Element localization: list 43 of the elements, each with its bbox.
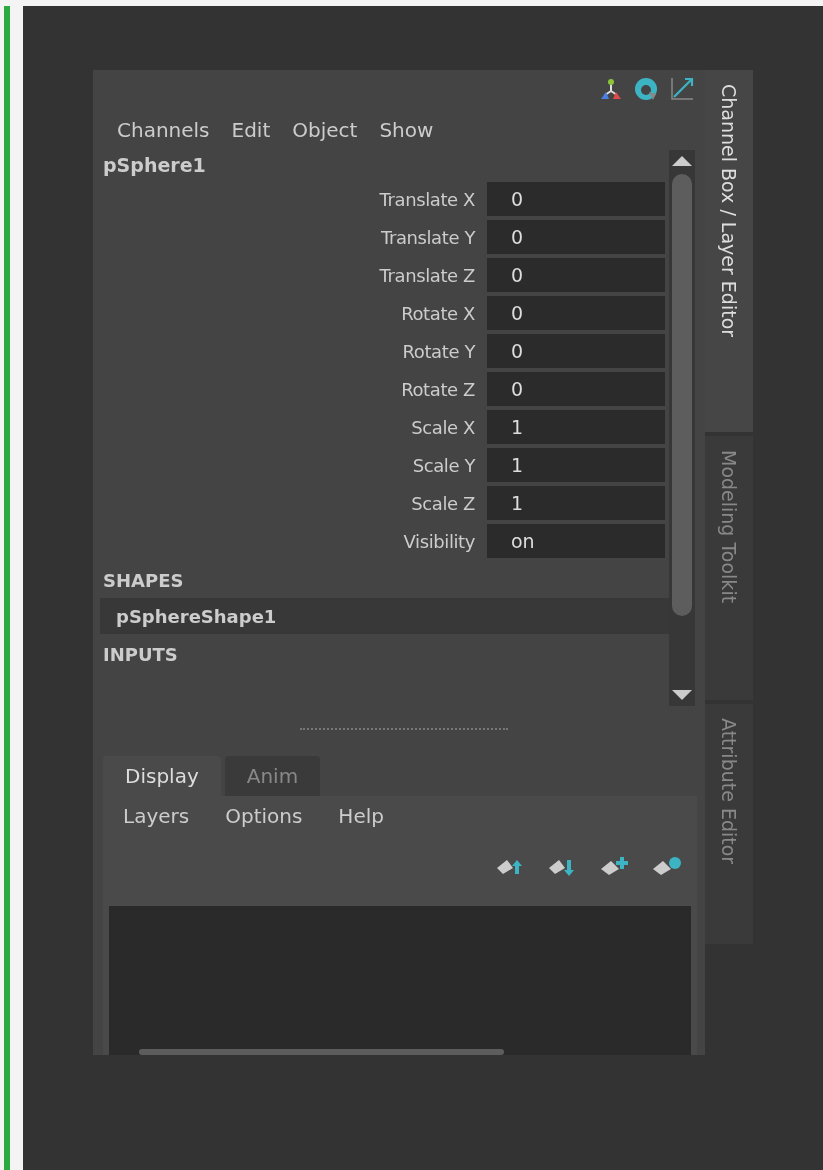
menu-item[interactable]: Layers — [123, 804, 190, 842]
diagonal-arrow-icon[interactable] — [669, 76, 695, 102]
splitter-handle[interactable] — [300, 728, 508, 730]
shape-node[interactable]: pSphereShape1 — [100, 598, 669, 634]
menu-item[interactable]: Object — [292, 118, 358, 144]
layer-add-icon[interactable] — [599, 856, 631, 878]
channel-label[interactable]: Scale Z — [93, 492, 487, 514]
tab[interactable]: Display — [103, 756, 221, 796]
channel-value-field[interactable]: 0 — [487, 220, 665, 254]
channel-value-field[interactable]: 0 — [487, 372, 665, 406]
channel-label[interactable]: Translate Y — [93, 226, 487, 248]
axis-icon[interactable] — [599, 77, 623, 101]
menu-item[interactable]: Options — [225, 804, 303, 842]
menu-item[interactable]: Help — [338, 804, 384, 842]
channel-value-field[interactable]: 0 — [487, 296, 665, 330]
channel-value-field[interactable]: 1 — [487, 486, 665, 520]
section-header: INPUTS — [102, 643, 179, 667]
side-tab[interactable]: Channel Box / Layer Editor — [705, 70, 753, 432]
section-header: SHAPES — [102, 569, 185, 593]
channel-value-field[interactable]: 0 — [487, 258, 665, 292]
scrollbar[interactable] — [669, 150, 695, 706]
channel-value-field[interactable]: 0 — [487, 334, 665, 368]
object-name[interactable]: pSphere1 — [93, 150, 669, 180]
menu-item[interactable]: Edit — [231, 118, 271, 144]
channel-value-field[interactable]: 1 — [487, 410, 665, 444]
menu-item[interactable]: Show — [379, 118, 434, 144]
scrollbar[interactable] — [109, 1049, 691, 1055]
channel-label[interactable]: Scale X — [93, 416, 487, 438]
channel-value-field[interactable]: on — [487, 524, 665, 558]
side-tab[interactable]: Attribute Editor — [705, 704, 753, 944]
channel-value-field[interactable]: 0 — [487, 182, 665, 216]
channel-value-field[interactable]: 1 — [487, 448, 665, 482]
layer-dot-icon[interactable] — [651, 856, 683, 878]
menu-item[interactable]: Channels — [117, 118, 210, 144]
side-tab[interactable]: Modeling Toolkit — [705, 436, 753, 700]
channel-label[interactable]: Translate Z — [93, 264, 487, 286]
channel-label[interactable]: Scale Y — [93, 454, 487, 476]
tab[interactable]: Anim — [224, 756, 321, 796]
channel-label[interactable]: Rotate Y — [93, 340, 487, 362]
channel-label[interactable]: Visibility — [93, 530, 487, 552]
channel-label[interactable]: Rotate Z — [93, 378, 487, 400]
channel-label[interactable]: Rotate X — [93, 302, 487, 324]
channel-label[interactable]: Translate X — [93, 188, 487, 210]
